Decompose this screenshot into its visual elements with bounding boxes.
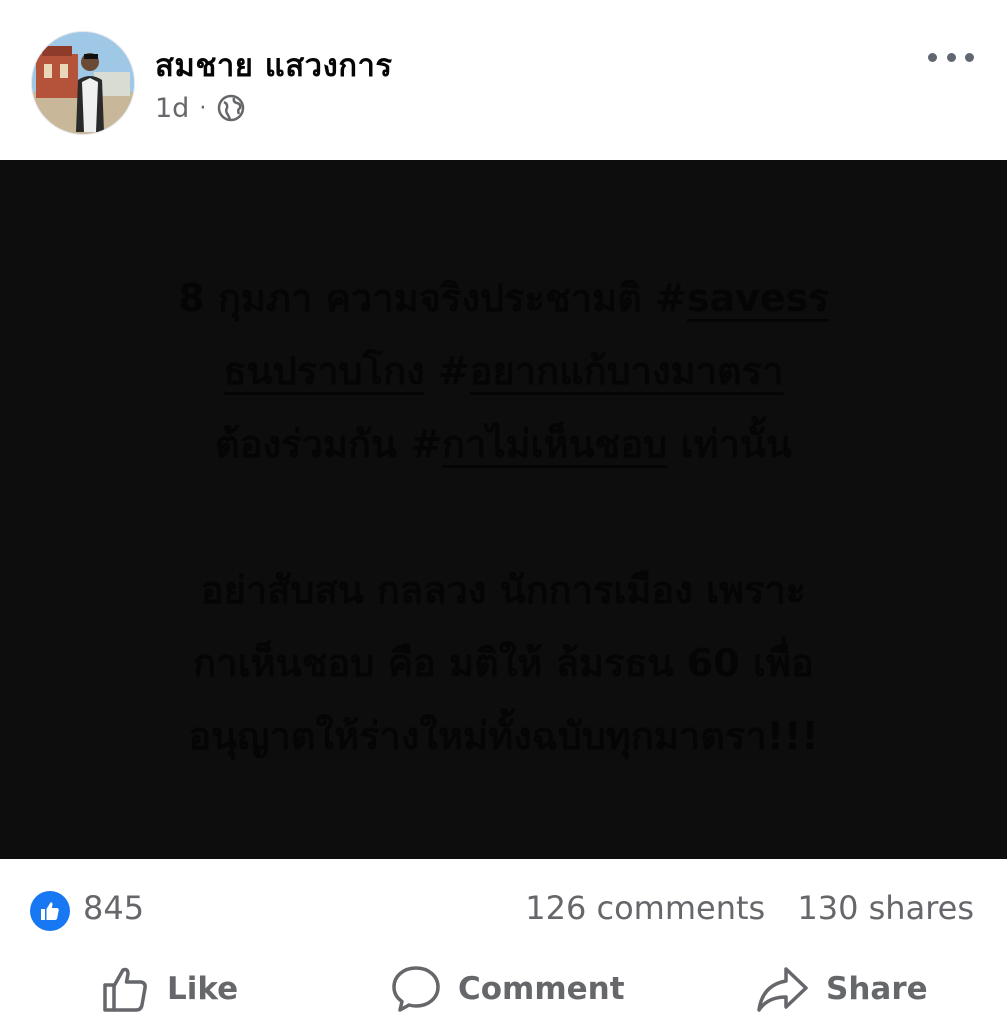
card-line-6: อนุญาตให้ร่างใหม่ทั้งฉบับทุกมาตรา!!! [188,714,819,758]
hashtag-text[interactable]: อยากแก้บางมาตรา [470,349,784,393]
post-meta: 1d · [155,88,246,128]
like-reaction-icon[interactable] [30,891,70,931]
card-text-segment: # [424,349,470,393]
author-name[interactable]: สมชาย แสวงการ [155,40,393,90]
comment-bubble-icon [390,964,442,1014]
share-label: Share [826,971,928,1007]
post-card-text: 8 กุมภา ความจริงประชามติ #savesร ธนปราบโ… [40,262,967,773]
comment-button[interactable]: Comment [390,963,625,1015]
comment-label: Comment [458,971,625,1007]
share-button[interactable]: Share [756,963,928,1015]
hashtag-savesrathon[interactable]: savesร [687,276,829,320]
post-action-bar: Like Comment Share [0,955,1007,1024]
like-label: Like [167,971,239,1007]
thumbs-up-icon [101,964,151,1014]
share-arrow-icon [756,964,810,1014]
card-text-segment: ต้องร่วมกัน # [215,422,443,466]
card-paragraph-gap [40,481,967,554]
card-line-1: 8 กุมภา ความจริงประชามติ #savesร [40,262,967,335]
hashtag-text[interactable]: ธนปราบโกง [224,349,425,393]
hashtag-text[interactable]: กาไม่เห็นชอบ [442,422,667,466]
engagement-counts: 126 comments 130 shares [525,889,974,927]
author-avatar[interactable] [31,31,135,135]
card-line-5: กาเห็นชอบ คือ มติให้ ล้มรธน 60 เพื่อ [193,641,814,685]
card-line-3: ต้องร่วมกัน #กาไม่เห็นชอบ เท่านั้น [40,408,967,481]
card-line-4: อย่าสับสน กลลวง นักการเมือง เพราะ [200,568,807,612]
like-button[interactable]: Like [101,963,238,1015]
post-time[interactable]: 1d [155,93,189,124]
card-line-2: ธนปราบโกง #อยากแก้บางมาตรา [40,335,967,408]
like-count[interactable]: 845 [83,889,144,927]
hashtag-text[interactable]: savesร [687,276,829,320]
comment-count[interactable]: 126 comments [525,889,765,927]
hashtag-kamaihenchob[interactable]: กาไม่เห็นชอบ [442,422,667,466]
share-count[interactable]: 130 shares [797,889,974,927]
hashtag-yak-kae[interactable]: อยากแก้บางมาตรา [470,349,784,393]
card-text-segment: เท่านั้น [667,422,792,466]
card-text-segment: 8 กุมภา ความจริงประชามติ # [178,276,687,320]
post-header: สมชาย แสวงการ 1d · [0,0,1007,160]
meta-separator: · [199,95,207,121]
post-stats: 845 126 comments 130 shares [0,880,1007,940]
more-horizontal-icon[interactable] [928,42,974,72]
hashtag-savesrathon-cont[interactable]: ธนปราบโกง [224,349,425,393]
globe-icon [216,93,246,123]
